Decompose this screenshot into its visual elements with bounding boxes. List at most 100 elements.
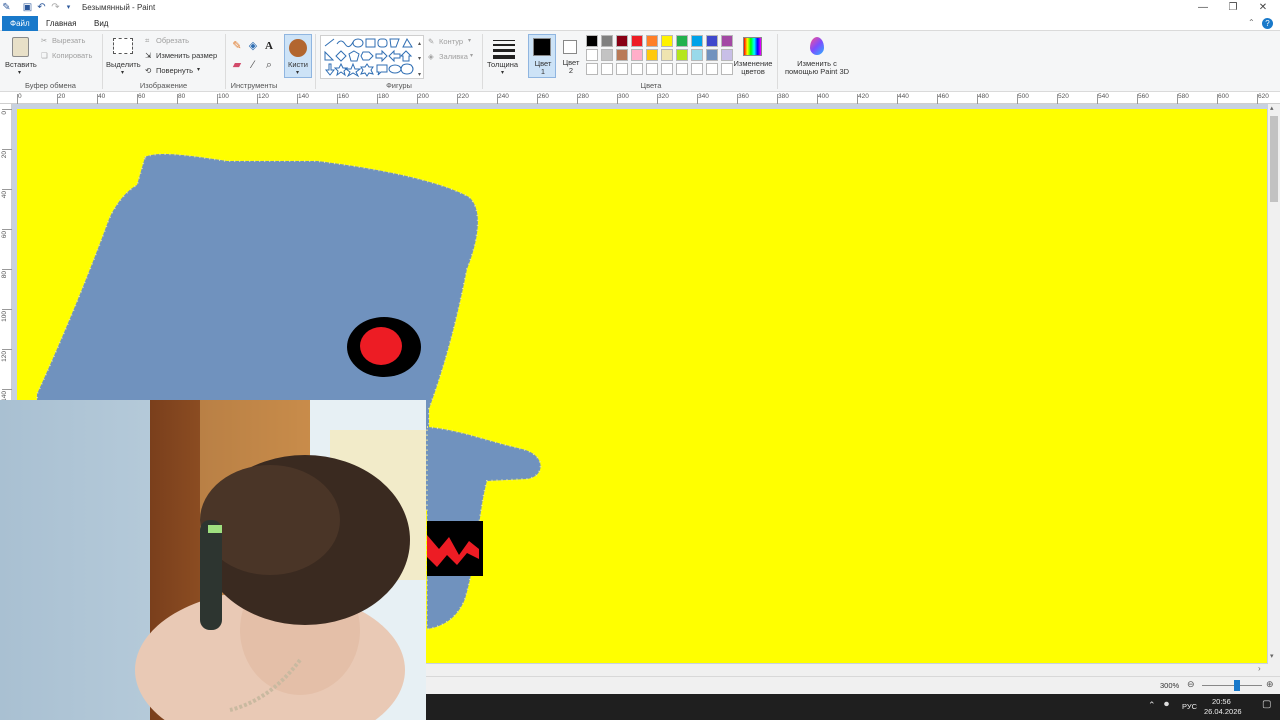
- palette-empty-swatch[interactable]: [676, 63, 688, 75]
- vertical-scroll-thumb[interactable]: [1270, 116, 1278, 202]
- palette-swatch[interactable]: [676, 35, 688, 47]
- tab-file[interactable]: Файл: [2, 16, 38, 31]
- ruler-tick: [17, 94, 18, 104]
- palette-swatch[interactable]: [616, 49, 628, 61]
- brushes-label: Кисти: [288, 60, 308, 69]
- collapse-ribbon-icon[interactable]: ⌃: [1248, 18, 1255, 27]
- palette-swatch[interactable]: [631, 49, 643, 61]
- palette-swatch[interactable]: [706, 35, 718, 47]
- ruler-tick: [1097, 94, 1098, 104]
- ruler-tick-label: 180: [378, 93, 389, 100]
- close-icon[interactable]: ✕: [1248, 1, 1278, 15]
- microphone-icon[interactable]: ⏺: [1164, 699, 1169, 710]
- size-label: Толщина: [487, 60, 519, 69]
- vertical-scrollbar[interactable]: ▴ ▾: [1268, 104, 1280, 664]
- palette-swatch[interactable]: [616, 35, 628, 47]
- tab-view[interactable]: Вид: [86, 16, 116, 31]
- ruler-tick-label: 280: [578, 93, 589, 100]
- ruler-tick: [2, 309, 12, 310]
- tab-home[interactable]: Главная: [38, 16, 84, 31]
- resize-label: Изменить размер: [156, 51, 218, 60]
- palette-swatch[interactable]: [721, 35, 733, 47]
- palette-empty-swatch[interactable]: [631, 63, 643, 75]
- ruler-tick: [1017, 94, 1018, 104]
- palette-swatch[interactable]: [676, 49, 688, 61]
- colors-group-label: Цвета: [640, 81, 662, 90]
- brushes-button[interactable]: Кисти ▾: [284, 34, 312, 78]
- palette-swatch[interactable]: [601, 49, 613, 61]
- horizontal-ruler: 0 20 40 60 80 100 120 140 160 180 200 220 240 260 280 3…: [0, 92, 1280, 104]
- palette-swatch[interactable]: [706, 49, 718, 61]
- palette-empty-swatch[interactable]: [586, 63, 598, 75]
- color2-button[interactable]: Цвет 2: [558, 34, 584, 78]
- palette-swatch[interactable]: [646, 49, 658, 61]
- eraser-icon[interactable]: ▰: [231, 59, 243, 71]
- ruler-tick: [577, 94, 578, 104]
- redo-icon[interactable]: ↷: [50, 2, 61, 13]
- ruler-tick: [2, 349, 12, 350]
- save-icon[interactable]: ▣: [22, 2, 33, 13]
- palette-empty-swatch[interactable]: [706, 63, 718, 75]
- shapes-gallery[interactable]: ▴ ▾ ▾: [320, 35, 424, 79]
- scroll-right-icon[interactable]: ›: [1258, 664, 1261, 673]
- palette-swatch[interactable]: [601, 35, 613, 47]
- line-thickness-icon: [493, 40, 515, 59]
- outline-icon: ✎: [428, 37, 435, 46]
- ruler-tick: [217, 94, 218, 104]
- chevron-down-icon: ▾: [468, 38, 472, 44]
- palette-swatch[interactable]: [691, 49, 703, 61]
- ruler-tick-label: 360: [738, 93, 749, 100]
- palette-swatch[interactable]: [586, 35, 598, 47]
- palette-empty-swatch[interactable]: [646, 63, 658, 75]
- zoom-out-icon[interactable]: ⊖: [1187, 679, 1195, 690]
- clipboard-group-label: Буфер обмена: [25, 81, 76, 90]
- undo-icon[interactable]: ↶: [36, 2, 47, 13]
- palette-empty-swatch[interactable]: [601, 63, 613, 75]
- palette-swatch[interactable]: [661, 49, 673, 61]
- notifications-icon[interactable]: ▢: [1262, 699, 1271, 710]
- palette-swatch[interactable]: [631, 35, 643, 47]
- minimize-icon[interactable]: —: [1188, 1, 1218, 15]
- ruler-tick-label: 460: [938, 93, 949, 100]
- tools-group-label: Инструменты: [230, 81, 278, 90]
- svg-text:▾: ▾: [418, 72, 421, 78]
- palette-swatch[interactable]: [661, 35, 673, 47]
- ruler-tick: [1257, 94, 1258, 104]
- help-icon[interactable]: ?: [1262, 18, 1273, 29]
- clock-date[interactable]: 26.04.2026: [1204, 707, 1242, 716]
- clock-time[interactable]: 20:56: [1212, 697, 1231, 706]
- magnifier-icon[interactable]: ⌕: [263, 59, 275, 71]
- zoom-slider[interactable]: [1202, 685, 1262, 686]
- chevron-down-icon: ▾: [197, 67, 201, 73]
- ruler-tick: [1177, 94, 1178, 104]
- scissors-icon: ✂: [41, 36, 48, 45]
- scroll-down-icon[interactable]: ▾: [1270, 652, 1274, 660]
- color1-button[interactable]: Цвет 1: [528, 34, 556, 78]
- scroll-up-icon[interactable]: ▴: [1270, 104, 1274, 112]
- color-spectrum-icon: [743, 37, 762, 56]
- palette-empty-swatch[interactable]: [616, 63, 628, 75]
- palette-empty-swatch[interactable]: [691, 63, 703, 75]
- ruler-tick: [697, 94, 698, 104]
- ruler-tick: [1217, 94, 1218, 104]
- zoom-slider-thumb[interactable]: [1234, 680, 1240, 691]
- maximize-icon[interactable]: ❐: [1218, 1, 1248, 15]
- color-picker-icon[interactable]: ⁄: [247, 59, 259, 71]
- palette-swatch[interactable]: [586, 49, 598, 61]
- pencil-icon[interactable]: ✎: [231, 40, 243, 52]
- palette-empty-swatch[interactable]: [661, 63, 673, 75]
- fill-bucket-icon[interactable]: ◈: [247, 40, 259, 52]
- fill-label: Заливка: [439, 52, 468, 61]
- ruler-tick-label: 320: [658, 93, 669, 100]
- ruler-tick: [457, 94, 458, 104]
- ruler-tick-label: 120: [1, 351, 8, 362]
- customize-icon[interactable]: ▾: [63, 2, 74, 13]
- text-icon[interactable]: A: [263, 40, 275, 52]
- palette-swatch[interactable]: [646, 35, 658, 47]
- palette-swatch[interactable]: [691, 35, 703, 47]
- input-language[interactable]: РУС: [1182, 702, 1197, 711]
- color2-swatch: [563, 40, 577, 54]
- ruler-tick: [2, 229, 12, 230]
- zoom-in-icon[interactable]: ⊕: [1266, 679, 1274, 690]
- tray-chevron-up-icon[interactable]: ⌃: [1148, 700, 1156, 711]
